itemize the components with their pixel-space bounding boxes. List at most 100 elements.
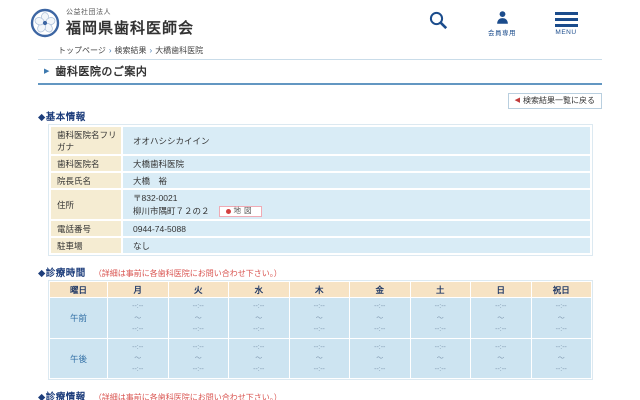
back-arrow-icon: ◀ xyxy=(514,97,520,104)
page: 公益社団法人 福岡県歯科医師会 会員専用 MENU トップページ › 検索結果 … xyxy=(0,0,640,400)
day-column-header: 日 xyxy=(471,282,531,298)
time-slot-line: --:-- xyxy=(374,366,386,374)
table-row: 住所 〒832-0021 柳川市隅町７２の２ 地図 xyxy=(51,190,590,220)
time-slot-cell: --:-- ～ --:-- xyxy=(410,338,470,379)
time-slot-line: ～ xyxy=(255,314,263,322)
hours-table: 曜日月火水木金土日祝日 午前 --:-- ～ --:-- --:-- ～ --:-- --:-… xyxy=(48,280,593,381)
menu-label: MENU xyxy=(555,28,577,36)
hours-row-label: 午後 xyxy=(50,338,107,379)
time-slot-cell: --:-- ～ --:-- xyxy=(410,298,470,338)
time-slot-line: ～ xyxy=(194,314,202,322)
org-type-label: 公益社団法人 xyxy=(66,9,111,16)
time-slot-cell: --:-- ～ --:-- xyxy=(229,298,289,338)
day-column-header: 木 xyxy=(289,282,349,298)
row-value: 〒832-0021 柳川市隅町７２の２ 地図 xyxy=(123,190,590,220)
hours-row: 午後 --:-- ～ --:-- --:-- ～ --:-- --:-- ～ --:-- --:--… xyxy=(50,338,591,379)
time-slot-line: --:-- xyxy=(192,366,204,374)
row-value: オオハシシカイイン xyxy=(123,127,590,154)
back-link-label: 検索結果一覧に戻る xyxy=(523,96,595,105)
time-slot-cell: --:-- ～ --:-- xyxy=(229,338,289,379)
row-label: 駐車場 xyxy=(51,238,121,254)
time-slot-line: ～ xyxy=(376,355,384,363)
breadcrumb-item[interactable]: 検索結果 xyxy=(115,46,147,55)
time-slot-line: --:-- xyxy=(253,303,265,311)
map-button[interactable]: 地図 xyxy=(218,205,262,217)
time-slot-line: --:-- xyxy=(253,325,265,333)
header-actions: 会員専用 MENU xyxy=(418,7,586,37)
time-slot-line: ～ xyxy=(497,314,505,322)
time-slot-line: --:-- xyxy=(374,343,386,351)
back-row: ◀ 検索結果一覧に戻る xyxy=(38,89,602,109)
time-slot-line: --:-- xyxy=(495,366,507,374)
menu-button[interactable]: MENU xyxy=(546,10,586,37)
time-slot-line: --:-- xyxy=(434,325,446,333)
search-icon xyxy=(429,11,447,30)
row-label: 歯科医院名フリガナ xyxy=(51,127,121,154)
time-slot-line: ～ xyxy=(376,314,384,322)
triangle-bullet-icon: ▶ xyxy=(44,67,50,75)
map-button-label: 地図 xyxy=(233,206,255,216)
time-slot-cell: --:-- ～ --:-- xyxy=(289,338,349,379)
day-column-header: 土 xyxy=(410,282,470,298)
map-pin-icon xyxy=(225,208,231,214)
breadcrumb-item[interactable]: トップページ xyxy=(58,46,106,55)
hours-header-row: 曜日月火水木金土日祝日 xyxy=(50,282,591,298)
time-slot-cell: --:-- ～ --:-- xyxy=(289,298,349,338)
hours-section-head: ◆診療時間 （詳細は事前に各歯科医院にお問い合わせ下さい。） xyxy=(38,265,602,280)
time-slot-line: ～ xyxy=(497,355,505,363)
time-slot-line: --:-- xyxy=(313,343,325,351)
member-area-button[interactable]: 会員専用 xyxy=(482,10,522,37)
day-column-header: 月 xyxy=(108,282,168,298)
time-slot-cell: --:-- ～ --:-- xyxy=(350,338,410,379)
back-to-results-link[interactable]: ◀ 検索結果一覧に戻る xyxy=(507,93,602,109)
time-slot-line: --:-- xyxy=(313,303,325,311)
treatment-info-note: （詳細は事前に各歯科医院にお問い合わせ下さい。） xyxy=(93,393,282,400)
address-text: 柳川市隅町７２の２ xyxy=(133,205,210,216)
time-slot-line: --:-- xyxy=(192,325,204,333)
time-slot-line: --:-- xyxy=(555,366,567,374)
page-title-bar: ▶ 歯科医院のご案内 xyxy=(38,59,602,85)
time-slot-line: --:-- xyxy=(132,303,144,311)
time-slot-line: ～ xyxy=(557,314,565,322)
table-row: 駐車場 なし xyxy=(51,238,590,254)
time-slot-line: --:-- xyxy=(374,325,386,333)
address-line: 〒832-0021 xyxy=(133,192,178,203)
time-slot-line: --:-- xyxy=(313,366,325,374)
time-slot-line: ～ xyxy=(134,355,142,363)
row-value: 大橋 裕 xyxy=(123,173,590,188)
hours-row: 午前 --:-- ～ --:-- --:-- ～ --:-- --:-- ～ --:-- --:--… xyxy=(50,298,591,338)
time-slot-cell: --:-- ～ --:-- xyxy=(108,298,168,338)
day-column-header: 火 xyxy=(168,282,228,298)
time-slot-line: --:-- xyxy=(374,303,386,311)
time-slot-line: --:-- xyxy=(132,343,144,351)
time-slot-line: --:-- xyxy=(434,366,446,374)
search-button[interactable] xyxy=(418,10,458,37)
hours-heading: ◆診療時間 xyxy=(38,268,86,280)
time-slot-cell: --:-- ～ --:-- xyxy=(531,338,591,379)
site-logo[interactable]: 公益社団法人 福岡県歯科医師会 xyxy=(30,7,194,38)
time-slot-line: ～ xyxy=(436,355,444,363)
breadcrumb-item: 大橋歯科医院 xyxy=(155,46,204,55)
day-column-header: 水 xyxy=(229,282,289,298)
table-row: 院長氏名 大橋 裕 xyxy=(51,173,590,188)
time-slot-cell: --:-- ～ --:-- xyxy=(471,298,531,338)
time-slot-line: --:-- xyxy=(192,343,204,351)
time-slot-line: --:-- xyxy=(495,343,507,351)
site-header: 公益社団法人 福岡県歯科医師会 会員専用 MENU xyxy=(0,0,640,44)
day-column-header: 金 xyxy=(350,282,410,298)
hours-note: （詳細は事前に各歯科医院にお問い合わせ下さい。） xyxy=(93,269,282,279)
table-row: 電話番号 0944-74-5088 xyxy=(51,221,590,237)
time-slot-line: --:-- xyxy=(434,303,446,311)
time-slot-line: --:-- xyxy=(132,366,144,374)
time-slot-cell: --:-- ～ --:-- xyxy=(108,338,168,379)
time-slot-line: --:-- xyxy=(495,303,507,311)
row-value: なし xyxy=(123,238,590,254)
org-name-title: 福岡県歯科医師会 xyxy=(66,20,195,37)
time-slot-line: --:-- xyxy=(132,325,144,333)
time-slot-line: --:-- xyxy=(495,325,507,333)
time-slot-cell: --:-- ～ --:-- xyxy=(168,298,228,338)
row-value: 0944-74-5088 xyxy=(123,221,590,237)
breadcrumb-separator: › xyxy=(149,46,153,55)
time-slot-cell: --:-- ～ --:-- xyxy=(531,298,591,338)
hours-row-label: 午前 xyxy=(50,298,107,338)
